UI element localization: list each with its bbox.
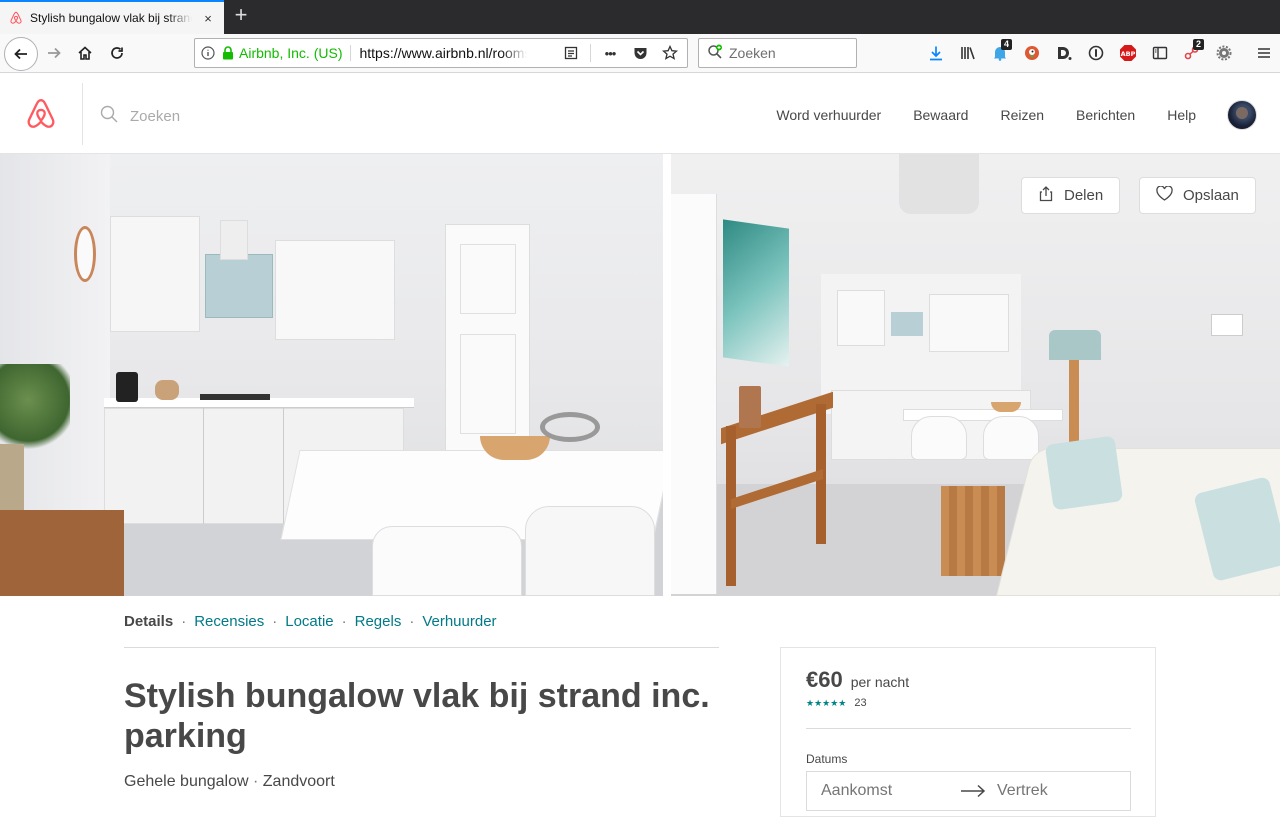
arrow-right-icon <box>955 784 991 798</box>
rating[interactable]: ★★★★★ 23 <box>806 697 867 709</box>
subnav-recensies[interactable]: Recensies <box>194 613 264 647</box>
url-separator <box>590 44 591 62</box>
booking-divider <box>806 728 1131 729</box>
share-label: Delen <box>1064 187 1104 204</box>
subnav-separator: · <box>272 613 278 630</box>
info-icon[interactable] <box>195 46 221 60</box>
checkin-field[interactable]: Aankomst <box>821 782 955 800</box>
airbnb-favicon-icon <box>8 10 24 26</box>
browser-search-placeholder: Zoeken <box>729 45 776 61</box>
subnav-details[interactable]: Details <box>124 613 173 647</box>
listing-subtitle: Gehele bungalow · Zandvoort <box>124 773 335 791</box>
nav-word-verhuurder[interactable]: Word verhuurder <box>776 107 881 123</box>
forward-button[interactable] <box>40 39 68 67</box>
notifications-extension-icon[interactable]: 4 <box>984 38 1016 68</box>
listing-location[interactable]: Zandvoort <box>263 773 335 790</box>
per-night-label: per nacht <box>850 674 910 690</box>
browser-search-field[interactable]: Zoeken <box>698 38 857 68</box>
avatar[interactable] <box>1227 100 1257 130</box>
listing-photo-kitchen[interactable] <box>0 154 663 596</box>
back-button[interactable] <box>4 37 38 71</box>
share-icon <box>1038 185 1054 206</box>
review-count: 23 <box>854 697 867 709</box>
header-divider <box>82 83 83 145</box>
site-identity-label[interactable]: Airbnb, Inc. (US) <box>239 45 352 61</box>
share-extension-icon[interactable]: 2 <box>1176 38 1208 68</box>
subnav-separator: · <box>409 613 415 630</box>
subnav-regels[interactable]: Regels <box>355 613 402 647</box>
pocket-icon[interactable] <box>627 41 653 65</box>
home-button[interactable] <box>71 39 99 67</box>
reload-button[interactable] <box>103 39 131 67</box>
listing-photo-living-room[interactable]: Delen Opslaan <box>671 154 1280 596</box>
header-nav: Word verhuurder Bewaard Reizen Berichten… <box>776 107 1196 123</box>
hamburger-menu-icon[interactable] <box>1248 38 1280 68</box>
site-search-placeholder: Zoeken <box>130 107 181 125</box>
adblock-plus-icon[interactable]: ABP <box>1112 38 1144 68</box>
browser-toolbar: Airbnb, Inc. (US) https://www.airbnb.nl/… <box>0 34 1280 73</box>
nav-bewaard[interactable]: Bewaard <box>913 107 968 123</box>
date-picker: Aankomst Vertrek <box>806 771 1131 811</box>
listing-title: Stylish bungalow vlak bij strand inc. pa… <box>124 677 710 755</box>
nav-reizen[interactable]: Reizen <box>1000 107 1044 123</box>
nav-help[interactable]: Help <box>1167 107 1196 123</box>
close-tab-icon[interactable]: × <box>200 11 216 26</box>
airbnb-logo-icon[interactable] <box>24 97 58 131</box>
page-actions-button[interactable]: ••• <box>597 41 623 65</box>
extension-1password-icon[interactable] <box>1080 38 1112 68</box>
star-rating-icon: ★★★★★ <box>806 697 847 708</box>
url-text[interactable]: https://www.airbnb.nl/rooms/ <box>359 45 527 61</box>
subnav-verhuurder[interactable]: Verhuurder <box>422 613 496 647</box>
listing-subnav: Details · Recensies · Locatie · Regels ·… <box>124 613 719 648</box>
listing-type: Gehele bungalow <box>124 773 249 790</box>
save-label: Opslaan <box>1183 187 1239 204</box>
reload-icon <box>111 47 123 59</box>
svg-text:ABP: ABP <box>1121 50 1136 58</box>
nav-berichten[interactable]: Berichten <box>1076 107 1135 123</box>
booking-card: €60 per nacht ★★★★★ 23 Datums Aankomst V… <box>780 647 1156 817</box>
checkout-field[interactable]: Vertrek <box>997 782 1048 800</box>
settings-extension-icon[interactable] <box>1208 38 1240 68</box>
subnav-separator: · <box>181 613 187 630</box>
notifications-badge: 4 <box>1000 39 1012 50</box>
arrow-right-icon <box>48 47 61 59</box>
site-header: Zoeken Word verhuurder Bewaard Reizen Be… <box>0 73 1280 154</box>
dates-label: Datums <box>806 752 848 766</box>
search-icon <box>100 105 118 127</box>
browser-tab-strip: Stylish bungalow vlak bij strand inc. pa… <box>0 0 1280 34</box>
lock-icon <box>221 46 235 60</box>
dashlane-icon[interactable] <box>1048 38 1080 68</box>
sidebar-icon[interactable] <box>1144 38 1176 68</box>
bookmark-star-icon[interactable] <box>657 41 683 65</box>
site-search-input[interactable]: Zoeken <box>100 105 180 127</box>
heart-icon <box>1156 185 1173 205</box>
library-icon[interactable] <box>952 38 984 68</box>
new-tab-button[interactable]: + <box>230 4 252 28</box>
browser-tab-active[interactable]: Stylish bungalow vlak bij strand inc. pa… <box>0 0 224 34</box>
save-button[interactable]: Opslaan <box>1139 177 1256 214</box>
downloads-icon[interactable] <box>920 38 952 68</box>
tab-title: Stylish bungalow vlak bij strand inc. pa… <box>30 11 192 25</box>
listing-separator: · <box>248 773 263 790</box>
home-icon <box>78 46 92 60</box>
duckduckgo-icon[interactable] <box>1016 38 1048 68</box>
subnav-separator: · <box>341 613 347 630</box>
price: €60 <box>806 667 843 692</box>
arrow-left-icon <box>14 48 27 60</box>
extension-badge: 2 <box>1192 39 1204 50</box>
reader-view-icon[interactable] <box>558 41 584 65</box>
search-engine-icon <box>707 44 723 63</box>
subnav-locatie[interactable]: Locatie <box>285 613 333 647</box>
share-button[interactable]: Delen <box>1021 177 1121 214</box>
address-bar[interactable]: Airbnb, Inc. (US) https://www.airbnb.nl/… <box>194 38 688 68</box>
